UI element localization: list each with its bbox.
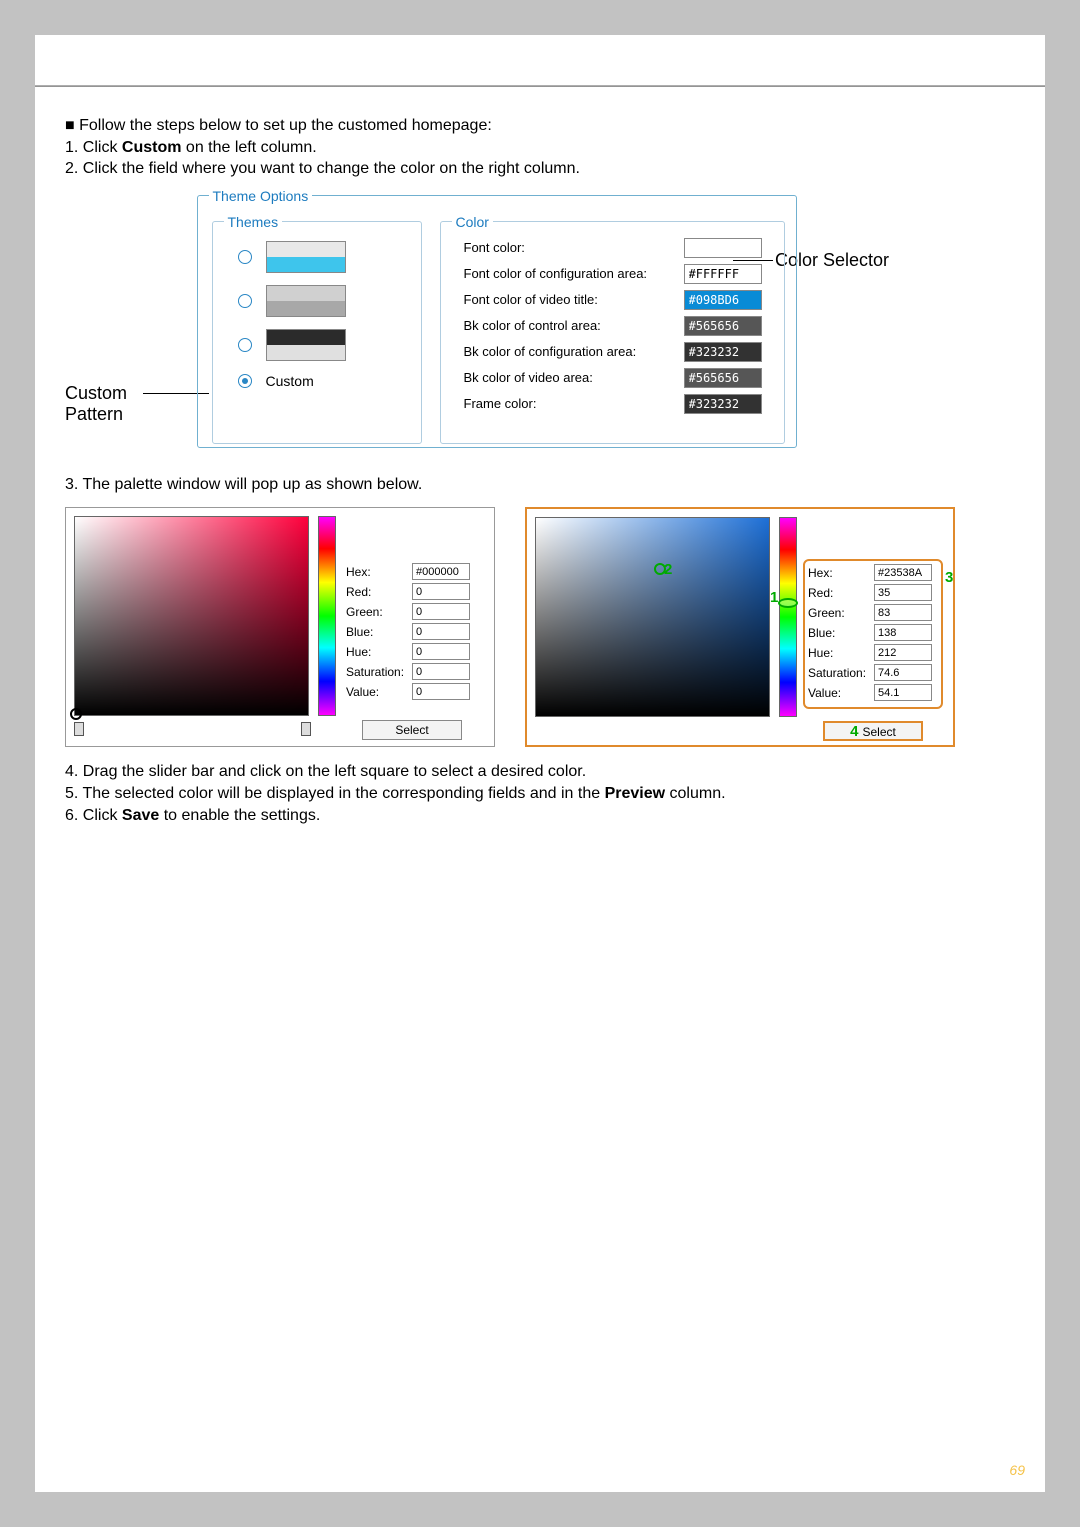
- lbl-blue: Blue:: [346, 625, 408, 639]
- step-4: 4. Drag the slider bar and click on the …: [65, 761, 1015, 783]
- theme-options-fieldset: Theme Options Themes: [197, 188, 797, 448]
- step-2: 2. Click the field where you want to cha…: [65, 158, 1015, 180]
- lbl-red-r: Red:: [808, 586, 870, 600]
- color-row: Frame color:: [452, 391, 774, 417]
- green-input-right[interactable]: [874, 604, 932, 621]
- annot-4: 4: [850, 723, 858, 740]
- lbl-val-r: Value:: [808, 686, 870, 700]
- color-input[interactable]: [684, 368, 762, 388]
- red-input-left[interactable]: [412, 583, 470, 600]
- color-input[interactable]: [684, 264, 762, 284]
- select-button-right[interactable]: 4 Select: [823, 721, 923, 741]
- brand-label: VIVOTEK: [942, 49, 1045, 77]
- green-input-left[interactable]: [412, 603, 470, 620]
- color-label: Bk color of video area:: [464, 370, 593, 385]
- step-3: 3. The palette window will pop up as sho…: [65, 474, 1015, 496]
- color-row: Font color:: [452, 235, 774, 261]
- theme-swatch-3[interactable]: [266, 329, 346, 361]
- step6-bold: Save: [122, 807, 159, 824]
- step-5: 5. The selected color will be displayed …: [65, 783, 1015, 805]
- sat-input-left[interactable]: [412, 663, 470, 680]
- hue-input-right[interactable]: [874, 644, 932, 661]
- sv-box-right[interactable]: [535, 517, 770, 717]
- value-slider-left[interactable]: [74, 722, 309, 736]
- annot-2: 2: [664, 561, 672, 578]
- theme-swatch-1[interactable]: [266, 241, 346, 273]
- step5-pre: 5. The selected color will be displayed …: [65, 785, 605, 802]
- step-6: 6. Click Save to enable the settings.: [65, 805, 1015, 827]
- step5-bold: Preview: [605, 785, 665, 802]
- lbl-val: Value:: [346, 685, 408, 699]
- step1-pre: 1. Click: [65, 139, 122, 156]
- lbl-sat-r: Saturation:: [808, 666, 870, 680]
- color-input[interactable]: [684, 394, 762, 414]
- lbl-hex-r: Hex:: [808, 566, 870, 580]
- lbl-hue-r: Hue:: [808, 646, 870, 660]
- color-row: Font color of video title:: [452, 287, 774, 313]
- step6-pre: 6. Click: [65, 807, 122, 824]
- theme-radio-1[interactable]: [238, 250, 252, 264]
- hue-bar-right[interactable]: [779, 517, 797, 717]
- hue-input-left[interactable]: [412, 643, 470, 660]
- lbl-sat: Saturation:: [346, 665, 408, 679]
- lbl-hex: Hex:: [346, 565, 408, 579]
- annot-1: 1: [770, 589, 778, 606]
- callout-custom: Custom Pattern: [65, 383, 185, 425]
- divider: [35, 85, 1045, 87]
- footer: User's Manual - 69: [908, 1462, 1025, 1478]
- theme-radio-custom[interactable]: [238, 374, 252, 388]
- intro-bullet: ■ Follow the steps below to set up the c…: [65, 115, 1015, 137]
- step1-post: on the left column.: [181, 139, 316, 156]
- hue-bar-left[interactable]: [318, 516, 336, 716]
- val-input-left[interactable]: [412, 683, 470, 700]
- step5-post: column.: [665, 785, 725, 802]
- select-label-right: Select: [862, 725, 895, 739]
- hex-input-left[interactable]: [412, 563, 470, 580]
- step6-post: to enable the settings.: [159, 807, 320, 824]
- red-input-right[interactable]: [874, 584, 932, 601]
- color-label: Bk color of control area:: [464, 318, 601, 333]
- step1-bold: Custom: [122, 139, 182, 156]
- lbl-blue-r: Blue:: [808, 626, 870, 640]
- color-row: Font color of configuration area:: [452, 261, 774, 287]
- footer-page: 69: [1009, 1462, 1025, 1478]
- color-row: Bk color of video area:: [452, 365, 774, 391]
- step-1: 1. Click Custom on the left column.: [65, 137, 1015, 159]
- color-label: Frame color:: [464, 396, 537, 411]
- lbl-hue: Hue:: [346, 645, 408, 659]
- color-label: Font color of configuration area:: [464, 266, 648, 281]
- blue-input-left[interactable]: [412, 623, 470, 640]
- hex-input-right[interactable]: [874, 564, 932, 581]
- themes-legend: Themes: [224, 214, 283, 230]
- lbl-green-r: Green:: [808, 606, 870, 620]
- lbl-green: Green:: [346, 605, 408, 619]
- color-input[interactable]: [684, 290, 762, 310]
- color-input[interactable]: [684, 342, 762, 362]
- palette-left: Hex: Red: Green: Blue: Hue: Saturation: …: [65, 507, 495, 747]
- color-row: Bk color of configuration area:: [452, 339, 774, 365]
- color-label: Font color:: [464, 240, 525, 255]
- sat-input-right[interactable]: [874, 664, 932, 681]
- theme-swatch-2[interactable]: [266, 285, 346, 317]
- themes-fieldset: Themes: [212, 214, 422, 444]
- select-button-left[interactable]: Select: [362, 720, 462, 740]
- val-input-right[interactable]: [874, 684, 932, 701]
- custom-label: Custom: [266, 373, 314, 389]
- theme-options-legend: Theme Options: [209, 188, 313, 204]
- blue-input-right[interactable]: [874, 624, 932, 641]
- theme-radio-3[interactable]: [238, 338, 252, 352]
- sv-box-left[interactable]: [74, 516, 309, 716]
- annot-3: 3: [945, 569, 953, 586]
- color-label: Bk color of configuration area:: [464, 344, 637, 359]
- colors-legend: Color: [452, 214, 493, 230]
- footer-label: User's Manual -: [908, 1462, 1009, 1478]
- palette-right: 2 1 Hex: Red: Green: Blue: Hue: Saturati…: [525, 507, 955, 747]
- lbl-red: Red:: [346, 585, 408, 599]
- color-input[interactable]: [684, 238, 762, 258]
- color-row: Bk color of control area:: [452, 313, 774, 339]
- colors-fieldset: Color Font color: Font color of configura…: [440, 214, 785, 444]
- color-input[interactable]: [684, 316, 762, 336]
- color-label: Font color of video title:: [464, 292, 598, 307]
- theme-radio-2[interactable]: [238, 294, 252, 308]
